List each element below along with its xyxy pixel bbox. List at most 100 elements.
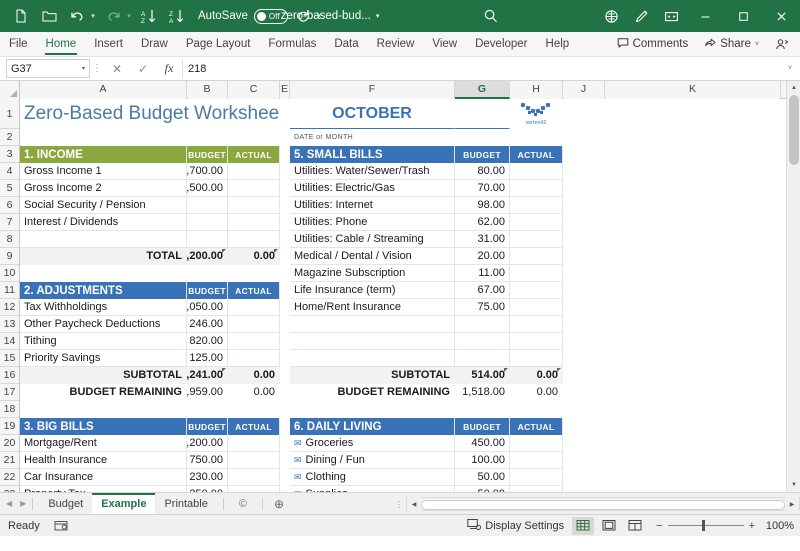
close-button[interactable] [762, 0, 800, 32]
cell-j20[interactable] [563, 435, 605, 452]
cell-j5[interactable] [563, 180, 605, 197]
confirm-edit-icon[interactable]: ✓ [130, 62, 156, 76]
ribbon-tab-file[interactable]: File [0, 32, 37, 57]
cell-k21[interactable] [605, 452, 781, 469]
ribbon-tab-developer[interactable]: Developer [466, 32, 536, 57]
income-budget-header[interactable]: BUDGET [187, 146, 228, 163]
cell-j16[interactable] [563, 367, 605, 384]
cell-g1[interactable] [455, 99, 510, 129]
vertical-scroll-thumb[interactable] [789, 95, 799, 165]
small-bills-item-name[interactable]: Home/Rent Insurance [290, 299, 455, 316]
small-bills-item-name[interactable]: Utilities: Cable / Streaming [290, 231, 455, 248]
column-header-h[interactable]: H [510, 81, 563, 99]
big-bills-item-budget[interactable]: 230.00 [187, 469, 228, 486]
cell-h2[interactable] [510, 129, 563, 146]
cell-e9[interactable] [280, 248, 290, 265]
zoom-level-label[interactable]: 100% [760, 520, 794, 532]
adjustments-item-budget[interactable]: 2,050.00 [187, 299, 228, 316]
adjustments-item-budget[interactable]: 246.00 [187, 316, 228, 333]
small-bills-item-name[interactable] [290, 316, 455, 333]
row-header-22[interactable]: 22 [0, 469, 19, 486]
small-bills-item-actual[interactable] [510, 350, 563, 367]
section-header-small-bills[interactable]: 5. SMALL BILLS [290, 146, 455, 163]
ribbon-tab-view[interactable]: View [423, 32, 466, 57]
daily-living-item-name[interactable]: ✉ Clothing [290, 469, 455, 486]
cell-e13[interactable] [280, 316, 290, 333]
adjustments-item-name[interactable]: Tithing [20, 333, 187, 350]
income-item-name[interactable]: Gross Income 2 [20, 180, 187, 197]
cell-f18[interactable] [290, 401, 455, 418]
document-title[interactable]: zero-based-bud... ▾ [281, 10, 380, 22]
cell-j12[interactable] [563, 299, 605, 316]
small-bills-item-name[interactable]: Life Insurance (term) [290, 282, 455, 299]
expand-formula-bar-icon[interactable]: ˅ [782, 65, 798, 72]
cell-e2[interactable] [280, 129, 290, 146]
formula-input[interactable]: 218 [182, 59, 782, 78]
adjustments-remaining-label[interactable]: BUDGET REMAINING [20, 384, 187, 401]
display-settings-button[interactable]: Display Settings [463, 518, 568, 534]
small-bills-item-actual[interactable] [510, 180, 563, 197]
share-button[interactable]: Share ˅ [697, 35, 766, 54]
income-item-actual[interactable] [228, 163, 280, 180]
row-header-13[interactable]: 13 [0, 316, 19, 333]
vertex42-logo[interactable]: vertex42 [510, 99, 563, 129]
small-bills-item-name[interactable]: Utilities: Internet [290, 197, 455, 214]
row-header-8[interactable]: 8 [0, 231, 19, 248]
cell-a10[interactable] [20, 265, 187, 282]
maximize-button[interactable] [724, 0, 762, 32]
adjustments-item-name[interactable]: Tax Withholdings [20, 299, 187, 316]
ribbon-tab-help[interactable]: Help [537, 32, 579, 57]
small-bills-budget-header[interactable]: BUDGET [455, 146, 510, 163]
cell-j8[interactable] [563, 231, 605, 248]
small-bills-item-budget[interactable]: 11.00 [455, 265, 510, 282]
month-title[interactable]: OCTOBER [290, 99, 455, 129]
cell-j9[interactable] [563, 248, 605, 265]
big-bills-item-budget[interactable]: 1,200.00 [187, 435, 228, 452]
daily-living-item-name[interactable]: ✉ Dining / Fun [290, 452, 455, 469]
autosave-toggle[interactable]: AutoSave Off [198, 9, 288, 24]
cell-b2[interactable] [187, 129, 228, 146]
name-box-caret-icon[interactable]: ▾ [82, 65, 85, 72]
ribbon-tab-page-layout[interactable]: Page Layout [177, 32, 260, 57]
small-bills-item-actual[interactable] [510, 333, 563, 350]
cell-j19[interactable] [563, 418, 605, 435]
sheet-tab-printable[interactable]: Printable [155, 493, 216, 515]
income-item-budget[interactable]: 4,700.00 [187, 163, 228, 180]
select-all-corner[interactable] [0, 81, 20, 99]
date-or-month-label[interactable]: DATE or MONTH [290, 129, 455, 146]
big-bills-item-name[interactable]: Health Insurance [20, 452, 187, 469]
row-header-17[interactable]: 17 [0, 384, 19, 401]
income-item-budget[interactable] [187, 214, 228, 231]
column-header-a[interactable]: A [20, 81, 187, 99]
cell-j1[interactable] [563, 99, 605, 129]
income-item-budget[interactable]: 3,500.00 [187, 180, 228, 197]
cell-k10[interactable] [605, 265, 781, 282]
cell-j4[interactable] [563, 163, 605, 180]
column-header-g[interactable]: G [455, 81, 510, 99]
big-bills-item-budget[interactable]: 750.00 [187, 452, 228, 469]
zoom-slider[interactable]: − + 100% [656, 520, 794, 532]
cell-e7[interactable] [280, 214, 290, 231]
row-header-11[interactable]: 11 [0, 282, 19, 299]
small-bills-remaining-actual[interactable]: 0.00 [510, 384, 563, 401]
adjustments-item-actual[interactable] [228, 299, 280, 316]
ribbon-display-icon[interactable] [656, 0, 686, 32]
vertical-scrollbar[interactable]: ▲ ▼ [786, 81, 800, 492]
big-bills-item-actual[interactable] [228, 452, 280, 469]
cell-k3[interactable] [605, 146, 781, 163]
small-bills-item-actual[interactable] [510, 316, 563, 333]
cell-k22[interactable] [605, 469, 781, 486]
sort-descending-icon[interactable]: ZA [164, 4, 190, 28]
column-header-j[interactable]: J [563, 81, 605, 99]
cell-j17[interactable] [563, 384, 605, 401]
column-header-e[interactable]: E [280, 81, 290, 99]
adjustments-item-budget[interactable]: 820.00 [187, 333, 228, 350]
cell-k1[interactable] [605, 99, 781, 129]
previous-sheet-icon[interactable]: ◀ [6, 499, 12, 508]
undo-dropdown-icon[interactable]: ▾ [88, 4, 98, 28]
row-header-14[interactable]: 14 [0, 333, 19, 350]
cell-b10[interactable] [187, 265, 228, 282]
formula-bar-options-icon[interactable]: ⋮ [90, 63, 104, 74]
daily-living-budget-header[interactable]: BUDGET [455, 418, 510, 435]
small-bills-item-budget[interactable]: 20.00 [455, 248, 510, 265]
